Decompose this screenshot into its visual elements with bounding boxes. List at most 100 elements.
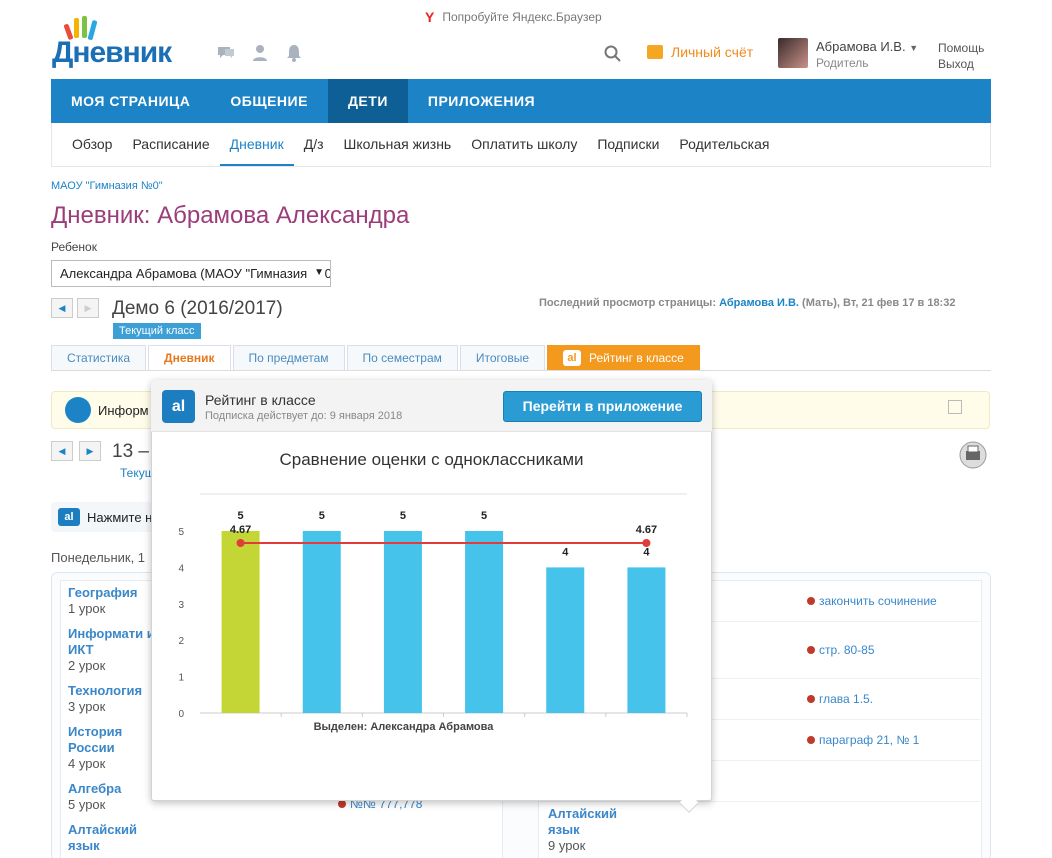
- bar-value-label: 4: [643, 546, 650, 558]
- homework-item[interactable]: глава 1.5.: [807, 692, 873, 706]
- tab-statistics[interactable]: Статистика: [51, 345, 147, 370]
- average-point: [642, 539, 651, 548]
- subnav-pay-school[interactable]: Оплатить школу: [461, 123, 587, 166]
- rating-chart: 0 1 2 3 4 5 5 5 5 5 4 4 4.67 4.67 Выделен: Александра …: [178, 493, 688, 733]
- subnav-parental[interactable]: Родительская: [669, 123, 779, 166]
- y-tick-label: 0: [178, 709, 184, 720]
- avatar[interactable]: [778, 38, 808, 68]
- user-role: Родитель: [816, 56, 869, 70]
- press-hint-text: Нажмите н: [87, 510, 153, 525]
- week-sub[interactable]: Текущ: [120, 466, 155, 480]
- bell-icon[interactable]: [284, 43, 304, 63]
- nav-my-page[interactable]: МОЯ СТРАНИЦА: [51, 79, 210, 123]
- lesson-item[interactable]: Алтайский язык: [68, 822, 148, 854]
- caret-down-icon: ▼: [310, 267, 324, 278]
- subnav-subscriptions[interactable]: Подписки: [587, 123, 669, 166]
- nav-apps[interactable]: ПРИЛОЖЕНИЯ: [408, 79, 555, 123]
- help-link[interactable]: Помощь: [938, 40, 984, 56]
- year-arrows: ◀ ▶: [51, 298, 99, 318]
- average-point: [236, 539, 245, 548]
- tab-class-rating[interactable]: al Рейтинг в классе: [547, 345, 700, 370]
- bar: [627, 567, 666, 713]
- caret-down-icon: ▼: [909, 43, 919, 53]
- page-title: Дневник: Абрамова Александра: [51, 202, 410, 229]
- app-logo-icon: al: [563, 350, 581, 366]
- dot-icon: [807, 695, 815, 703]
- y-tick-label: 3: [178, 600, 184, 611]
- bar: [221, 531, 260, 713]
- subnav-diary[interactable]: Дневник: [219, 123, 294, 166]
- exit-link[interactable]: Выход: [938, 56, 984, 72]
- row-divider: [540, 801, 980, 802]
- bar: [465, 531, 504, 713]
- yandex-icon: Y: [425, 9, 435, 25]
- last-view: Последний просмотр страницы: Абрамова И.…: [539, 297, 956, 309]
- bar-value-label: 4: [562, 546, 569, 558]
- wallet-link[interactable]: Личный счёт: [647, 44, 753, 60]
- bar-value-label: 5: [481, 510, 487, 522]
- bar-value-label: 5: [319, 510, 325, 522]
- lesson-item[interactable]: Алгебра 5 урок: [68, 781, 121, 813]
- bar: [546, 567, 585, 713]
- tab-diary[interactable]: Дневник: [148, 345, 231, 370]
- bar: [302, 531, 341, 713]
- year-title: Демо 6 (2016/2017): [112, 298, 283, 319]
- lesson-item[interactable]: Технология 3 урок: [68, 683, 142, 715]
- prev-year-button[interactable]: ◀: [51, 298, 73, 318]
- nav-children[interactable]: ДЕТИ: [327, 79, 408, 123]
- average-label: 4.67: [636, 524, 657, 536]
- copy-icon[interactable]: [948, 400, 962, 414]
- y-tick-label: 5: [178, 527, 184, 538]
- next-year-button[interactable]: ▶: [77, 298, 99, 318]
- week-title: 13 –: [112, 441, 149, 462]
- lesson-item[interactable]: Алтайский язык 9 урок: [548, 806, 638, 854]
- next-week-button[interactable]: ▶: [79, 441, 101, 461]
- main-nav: МОЯ СТРАНИЦА ОБЩЕНИЕ ДЕТИ ПРИЛОЖЕНИЯ: [51, 79, 991, 123]
- user-menu[interactable]: Абрамова И.В. ▼: [816, 39, 918, 54]
- printer-icon[interactable]: [958, 440, 988, 470]
- lesson-item[interactable]: География 1 урок: [68, 585, 137, 617]
- tabs: Статистика Дневник По предметам По семес…: [51, 345, 991, 371]
- last-view-user[interactable]: Абрамова И.В.: [719, 297, 799, 309]
- sub-nav: Обзор Расписание Дневник Д/з Школьная жи…: [51, 123, 991, 167]
- subnav-schedule[interactable]: Расписание: [122, 123, 219, 166]
- average-label: 4.67: [230, 524, 251, 536]
- app-logo-icon: al: [58, 508, 80, 526]
- lesson-item[interactable]: История России 4 урок: [68, 724, 138, 772]
- dot-icon: [338, 800, 346, 808]
- tab-by-semester[interactable]: По семестрам: [346, 345, 458, 370]
- dot-icon: [807, 736, 815, 744]
- tab-final[interactable]: Итоговые: [459, 345, 545, 370]
- nav-communication[interactable]: ОБЩЕНИЕ: [210, 79, 328, 123]
- popup-subtitle: Подписка действует до: 9 января 2018: [205, 410, 403, 422]
- school-link[interactable]: МАОУ "Гимназия №0": [51, 180, 163, 192]
- top-icons: [216, 43, 304, 63]
- y-tick-label: 1: [178, 673, 184, 684]
- dot-icon: [807, 646, 815, 654]
- info-text: Информ: [98, 403, 149, 418]
- app-logo-icon: al: [162, 390, 195, 423]
- popup-title: Рейтинг в классе: [205, 392, 316, 408]
- chat-icon[interactable]: [216, 43, 236, 63]
- dnevnik-logo[interactable]: Дневник: [50, 16, 200, 69]
- lesson-item[interactable]: Информати и ИКТ 2 урок: [68, 626, 158, 674]
- homework-item[interactable]: закончить сочинение: [807, 594, 937, 608]
- help-exit: Помощь Выход: [938, 40, 984, 72]
- prev-week-button[interactable]: ◀: [51, 441, 73, 461]
- child-label: Ребенок: [51, 240, 97, 254]
- yandex-browser-hint[interactable]: Y Попробуйте Яндекс.Браузер: [425, 9, 602, 25]
- subnav-homework[interactable]: Д/з: [294, 123, 334, 166]
- open-app-button[interactable]: Перейти в приложение: [503, 391, 702, 422]
- child-select[interactable]: Александра Абрамова (МАОУ "Гимназия №0")…: [51, 260, 331, 287]
- subnav-overview[interactable]: Обзор: [62, 123, 122, 166]
- homework-item[interactable]: параграф 21, № 1: [807, 733, 919, 747]
- tab-by-subject[interactable]: По предметам: [232, 345, 345, 370]
- search-icon[interactable]: [603, 44, 623, 64]
- y-tick-label: 4: [178, 563, 184, 574]
- subnav-school-life[interactable]: Школьная жизнь: [334, 123, 462, 166]
- bar-value-label: 5: [238, 510, 244, 522]
- y-tick-label: 2: [178, 636, 184, 647]
- wallet-icon: [647, 45, 663, 59]
- homework-item[interactable]: стр. 80-85: [807, 643, 875, 657]
- user-icon[interactable]: [250, 43, 270, 63]
